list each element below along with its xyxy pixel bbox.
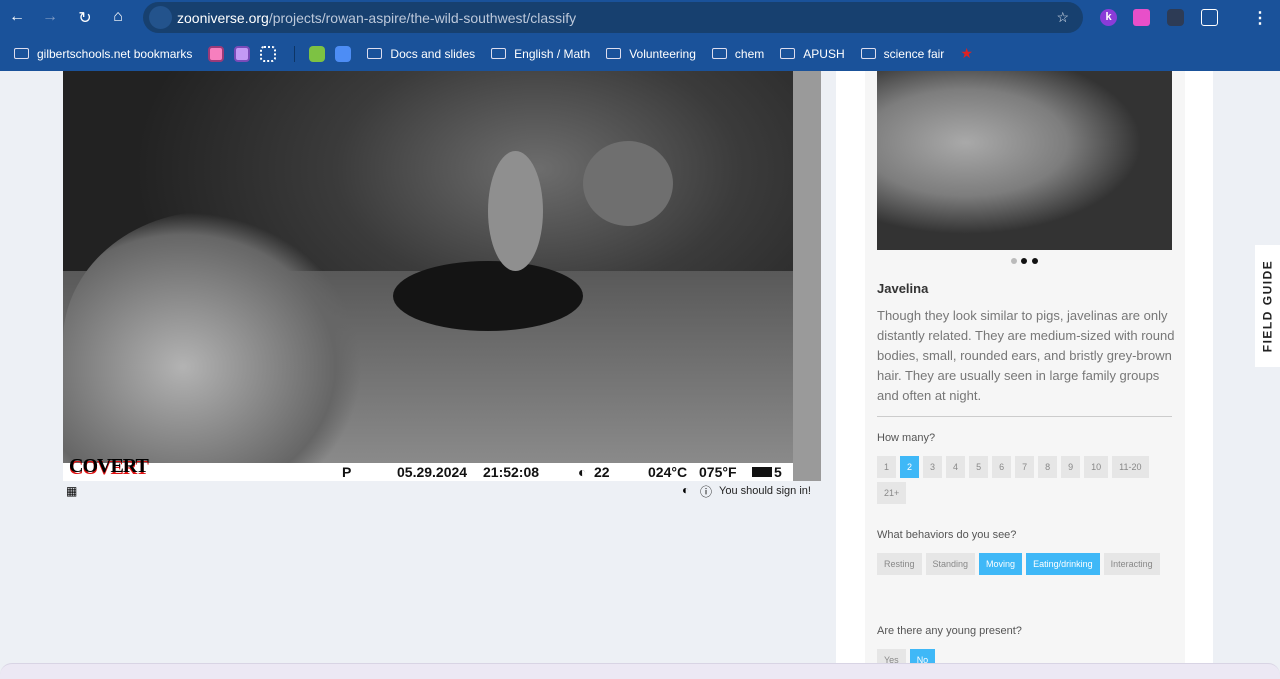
bookmark-blue-app-icon[interactable] <box>335 45 352 62</box>
reload-icon[interactable]: ↻ <box>75 8 95 28</box>
answer-option[interactable]: Moving <box>979 553 1023 575</box>
forward-icon[interactable]: → <box>40 8 60 26</box>
species-description: Though they look similar to pigs, javeli… <box>877 308 1175 403</box>
answer-option[interactable]: Standing <box>925 553 976 575</box>
managed-folder-icon <box>14 48 29 59</box>
bookmark-gilbertschools[interactable]: gilbertschools.net bookmarks <box>14 47 192 61</box>
answer-option[interactable]: 2 <box>900 456 920 478</box>
answer-option[interactable]: 9 <box>1061 456 1081 478</box>
camera-time: 21:52:08 <box>483 464 540 480</box>
camera-info-strip: COVERT P 05.29.2024 21:52:08 ◐ 22 024°C … <box>63 455 793 481</box>
answer-option[interactable]: 6 <box>992 456 1012 478</box>
bookmark-star-icon[interactable]: ☆ <box>1056 9 1069 26</box>
folder-icon <box>711 48 727 59</box>
bookmarks-bar: gilbertschools.net bookmarks Docs and sl… <box>0 36 1280 71</box>
bookmark-science-fair[interactable]: science fair <box>860 47 944 61</box>
grass <box>63 211 363 463</box>
extension-k-icon[interactable]: k <box>1100 9 1117 26</box>
bookmark-english-math[interactable]: English / Math <box>491 47 590 61</box>
folder-icon <box>860 48 876 59</box>
battery-icon <box>752 467 772 477</box>
extensions-puzzle-icon[interactable] <box>1201 9 1218 26</box>
info-icon[interactable]: ⓘ <box>700 483 712 500</box>
javelina-right <box>583 141 673 226</box>
browser-toolbar: ← → ↻ ⌂ zooniverse.org/projects/rowan-as… <box>0 0 1280 36</box>
answer-option[interactable]: 5 <box>969 456 989 478</box>
sign-in-message[interactable]: You should sign in! <box>719 485 811 497</box>
bookmark-purple-app-icon[interactable] <box>234 45 251 62</box>
answer-option[interactable]: 11-20 <box>1112 456 1149 478</box>
question-label: How many? <box>877 432 936 444</box>
field-guide-tab[interactable]: FIELD GUIDE <box>1255 245 1280 367</box>
question-label: What behaviors do you see? <box>877 529 1017 541</box>
temp-f: 075°F <box>699 464 737 480</box>
answer-group: 1 2 3 4 5 6 7 8 9 10 11-20 21+ <box>877 456 1177 504</box>
answer-option[interactable]: 3 <box>923 456 943 478</box>
bookmark-pink-app-icon[interactable] <box>208 45 225 62</box>
answer-option[interactable]: Interacting <box>1103 553 1160 575</box>
species-title: Javelina <box>877 281 929 296</box>
answer-option[interactable]: 21+ <box>877 482 907 504</box>
camera-date: 05.29.2024 <box>397 464 468 480</box>
battery-level: 5 <box>774 464 782 480</box>
divider <box>294 45 296 62</box>
menu-kebab-icon[interactable]: ⋮ <box>1250 8 1270 28</box>
address-bar[interactable]: zooniverse.org/projects/rowan-aspire/the… <box>143 2 1083 33</box>
subject-image[interactable] <box>63 71 793 463</box>
extension-cast-icon[interactable] <box>1167 9 1184 26</box>
home-icon[interactable]: ⌂ <box>108 8 128 26</box>
folder-icon <box>367 48 383 59</box>
moon-icon: ◐ <box>578 464 587 480</box>
answer-option[interactable]: 4 <box>946 456 966 478</box>
apps-grid-icon[interactable] <box>260 45 277 62</box>
folder-icon <box>780 48 796 59</box>
javelina-photo <box>877 71 1172 250</box>
url-domain: zooniverse.org <box>177 9 269 26</box>
answer-group: Resting Standing Moving Eating/drinking Inte… <box>877 553 1177 575</box>
carousel-dot-1[interactable] <box>1011 258 1017 264</box>
folder-icon <box>606 48 622 59</box>
javelina-left <box>488 151 543 271</box>
bookmark-c-icon[interactable] <box>309 45 326 62</box>
answer-option[interactable]: 1 <box>877 456 897 478</box>
back-icon[interactable]: ← <box>7 8 27 26</box>
answer-option[interactable]: Eating/drinking <box>1026 553 1100 575</box>
temp-c: 024°C <box>648 464 688 480</box>
covert-logo: COVERT <box>69 455 149 477</box>
extension-video-icon[interactable] <box>1133 9 1150 26</box>
site-info-icon[interactable] <box>149 6 172 29</box>
answer-option[interactable]: 7 <box>1015 456 1035 478</box>
url-path: /projects/rowan-aspire/the-wild-southwes… <box>268 9 577 26</box>
moon-phase: 22 <box>594 464 610 480</box>
carousel-dot-3[interactable] <box>1032 258 1038 264</box>
answer-option[interactable]: Resting <box>877 553 922 575</box>
answer-option[interactable]: 8 <box>1038 456 1058 478</box>
bookmark-chem[interactable]: chem <box>711 47 764 61</box>
viewer-scroll-area <box>793 71 821 481</box>
answer-option[interactable]: 10 <box>1084 456 1109 478</box>
bookmark-docs-and-slides[interactable]: Docs and slides <box>367 47 475 61</box>
question-label: Are there any young present? <box>877 625 1022 637</box>
grid-view-icon[interactable]: ▦ <box>66 484 77 498</box>
divider <box>877 416 1172 417</box>
carousel-dot-2[interactable] <box>1021 258 1027 264</box>
invert-icon[interactable]: ◐ <box>682 483 689 497</box>
bookmark-apush[interactable]: APUSH <box>780 47 845 61</box>
bookmark-volunteering[interactable]: Volunteering <box>606 47 696 61</box>
folder-icon <box>491 48 507 59</box>
water-hole <box>393 261 583 331</box>
taskbar <box>0 663 1280 679</box>
bookmark-star-logo-icon[interactable]: ★ <box>960 45 973 62</box>
camera-mode: P <box>342 464 352 480</box>
